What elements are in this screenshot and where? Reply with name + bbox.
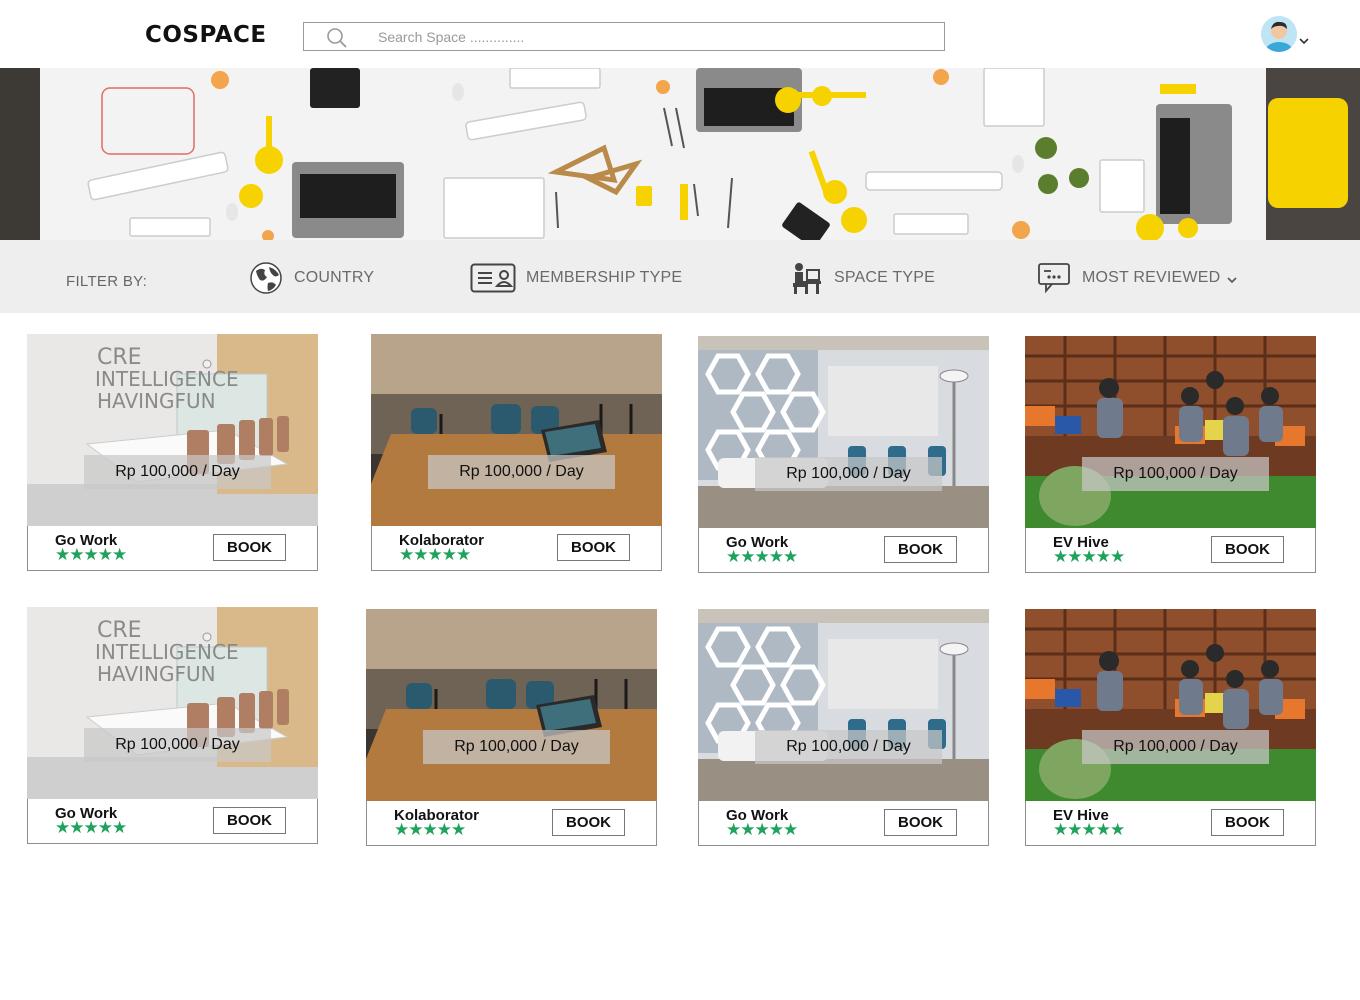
- filter-most-reviewed[interactable]: MOST REVIEWED: [1034, 260, 1238, 296]
- filter-membership-type[interactable]: MEMBERSHIP TYPE: [468, 260, 682, 296]
- filter-country-label: COUNTRY: [294, 269, 375, 286]
- user-avatar[interactable]: [1261, 16, 1297, 52]
- price-label: Rp 100,000 / Day: [1082, 457, 1269, 491]
- svg-text:INTELLIGENCE: INTELLIGENCE: [95, 640, 239, 664]
- filter-label: FILTER BY:: [66, 273, 148, 290]
- filter-country[interactable]: COUNTRY: [246, 260, 374, 296]
- listing-card[interactable]: Rp 100,000 / Day EV Hive ★★★★★ BOOK: [1025, 609, 1316, 846]
- review-chat-icon: [1034, 261, 1074, 295]
- listing-photo: [698, 336, 989, 528]
- filter-most-reviewed-label: MOST REVIEWED: [1082, 269, 1221, 286]
- top-header: COSPACE: [0, 0, 1360, 68]
- filter-bar: FILTER BY: COUNTRY MEMBERSHIP TYPE SPACE…: [0, 240, 1360, 313]
- filter-space-type[interactable]: SPACE TYPE: [786, 260, 935, 296]
- price-label: Rp 100,000 / Day: [755, 457, 942, 491]
- app-logo[interactable]: COSPACE: [145, 22, 267, 48]
- search-icon[interactable]: [326, 27, 348, 49]
- globe-icon: [246, 261, 286, 295]
- price-label: Rp 100,000 / Day: [84, 455, 271, 489]
- star-rating: ★★★★★: [1053, 547, 1125, 566]
- price-label: Rp 100,000 / Day: [423, 730, 610, 764]
- search-bar[interactable]: [303, 22, 945, 51]
- book-button[interactable]: BOOK: [884, 536, 957, 563]
- listing-card[interactable]: Rp 100,000 / Day EV Hive ★★★★★ BOOK: [1025, 336, 1316, 573]
- workstation-icon: [786, 261, 826, 295]
- book-button[interactable]: BOOK: [1211, 809, 1284, 836]
- chevron-down-icon[interactable]: [1298, 36, 1310, 46]
- star-rating: ★★★★★: [55, 818, 127, 837]
- listing-photo: [371, 334, 662, 526]
- star-rating: ★★★★★: [726, 547, 798, 566]
- star-rating: ★★★★★: [1053, 820, 1125, 839]
- price-label: Rp 100,000 / Day: [755, 730, 942, 764]
- svg-text:INTELLIGENCE: INTELLIGENCE: [95, 367, 239, 391]
- price-label: Rp 100,000 / Day: [428, 455, 615, 489]
- listing-photo: [698, 609, 989, 801]
- filter-membership-label: MEMBERSHIP TYPE: [526, 269, 683, 286]
- price-label: Rp 100,000 / Day: [84, 728, 271, 762]
- listing-photo: CRE INTELLIGENCE HAVINGFUN: [27, 334, 318, 526]
- book-button[interactable]: BOOK: [884, 809, 957, 836]
- star-rating: ★★★★★: [399, 545, 471, 564]
- listing-photo: CRE INTELLIGENCE HAVINGFUN: [27, 607, 318, 799]
- price-label: Rp 100,000 / Day: [1082, 730, 1269, 764]
- star-rating: ★★★★★: [55, 545, 127, 564]
- listing-card[interactable]: Rp 100,000 / Day Kolaborator ★★★★★ BOOK: [371, 334, 662, 571]
- listing-card[interactable]: Rp 100,000 / Day Go Work ★★★★★ BOOK: [698, 609, 989, 846]
- listing-card[interactable]: CRE INTELLIGENCE HAVINGFUN Rp 100,000 / …: [27, 334, 318, 571]
- listing-card[interactable]: CRE INTELLIGENCE HAVINGFUN Rp 100,000 / …: [27, 607, 318, 844]
- chevron-down-icon[interactable]: [1226, 275, 1238, 285]
- filter-space-type-label: SPACE TYPE: [834, 269, 935, 286]
- listing-card[interactable]: Rp 100,000 / Day Go Work ★★★★★ BOOK: [698, 336, 989, 573]
- listing-photo: [1025, 336, 1316, 528]
- search-input[interactable]: [378, 26, 918, 48]
- book-button[interactable]: BOOK: [213, 807, 286, 834]
- star-rating: ★★★★★: [394, 820, 466, 839]
- id-card-icon: [468, 261, 518, 295]
- book-button[interactable]: BOOK: [552, 809, 625, 836]
- book-button[interactable]: BOOK: [213, 534, 286, 561]
- hero-banner: [0, 68, 1360, 240]
- svg-text:HAVINGFUN: HAVINGFUN: [97, 389, 216, 413]
- avatar-image: [1261, 16, 1297, 52]
- star-rating: ★★★★★: [726, 820, 798, 839]
- hero-desk-image: [0, 68, 1360, 240]
- listing-photo: [1025, 609, 1316, 801]
- listing-card[interactable]: Rp 100,000 / Day Kolaborator ★★★★★ BOOK: [366, 609, 657, 846]
- listing-photo: [366, 609, 657, 801]
- svg-text:HAVINGFUN: HAVINGFUN: [97, 662, 216, 686]
- book-button[interactable]: BOOK: [557, 534, 630, 561]
- book-button[interactable]: BOOK: [1211, 536, 1284, 563]
